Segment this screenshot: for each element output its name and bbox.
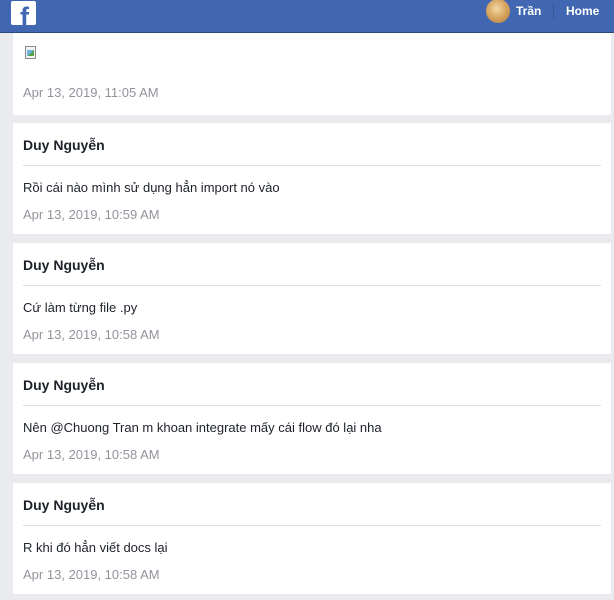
message-text: Cứ làm từng file .py <box>23 300 138 315</box>
message-timestamp: Apr 13, 2019, 10:58 AM <box>23 327 160 342</box>
message-timestamp: Apr 13, 2019, 11:05 AM <box>23 85 159 100</box>
message-divider <box>23 285 601 286</box>
broken-image-icon <box>23 44 39 60</box>
avatar[interactable] <box>486 0 510 23</box>
message-timestamp: Apr 13, 2019, 10:58 AM <box>23 567 160 582</box>
nav-divider <box>553 3 554 19</box>
message-card: Duy Nguyễn Cứ làm từng file .py Apr 13, … <box>13 243 611 354</box>
message-card-first: Apr 13, 2019, 11:05 AM <box>13 33 611 115</box>
message-text: Nên @Chuong Tran m khoan integrate mấy c… <box>23 420 382 435</box>
facebook-logo-letter: f <box>20 2 29 25</box>
message-text: Rồi cái nào mình sử dụng hẳn import nó v… <box>23 180 280 195</box>
message-author[interactable]: Duy Nguyễn <box>23 137 105 153</box>
message-card: Duy Nguyễn Rồi cái nào mình sử dụng hẳn … <box>13 123 611 234</box>
message-divider <box>23 165 601 166</box>
message-divider <box>23 525 601 526</box>
message-author[interactable]: Duy Nguyễn <box>23 377 105 393</box>
message-card: Duy Nguyễn R khi đó hẳn viết docs lại Ap… <box>13 483 611 594</box>
profile-name[interactable]: Trần <box>516 4 541 18</box>
message-author[interactable]: Duy Nguyễn <box>23 257 105 273</box>
message-author[interactable]: Duy Nguyễn <box>23 497 105 513</box>
facebook-logo[interactable]: f <box>11 1 36 25</box>
message-divider <box>23 405 601 406</box>
message-text: R khi đó hẳn viết docs lại <box>23 540 168 555</box>
message-card: Duy Nguyễn Nên @Chuong Tran m khoan inte… <box>13 363 611 474</box>
message-timestamp: Apr 13, 2019, 10:59 AM <box>23 207 160 222</box>
top-navigation-bar: f Trần Home <box>0 0 614 33</box>
profile-link[interactable]: Trần <box>486 0 541 23</box>
message-timestamp: Apr 13, 2019, 10:58 AM <box>23 447 160 462</box>
home-link[interactable]: Home <box>566 0 599 22</box>
